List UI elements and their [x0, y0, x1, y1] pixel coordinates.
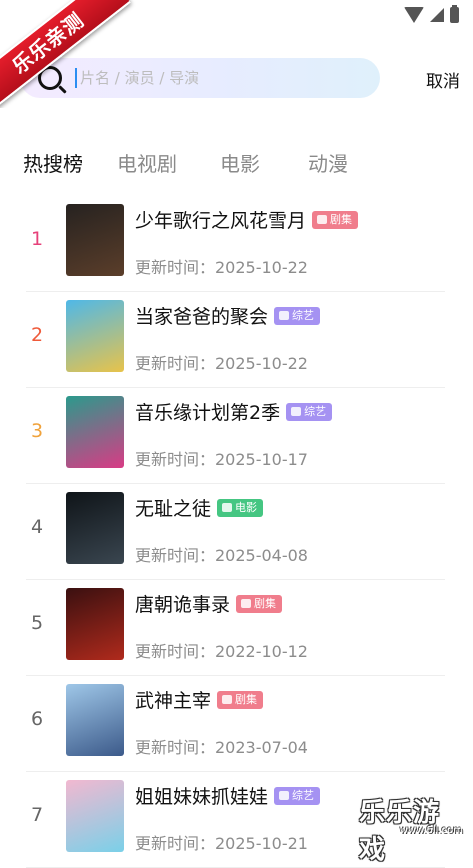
list-item[interactable]: 1 少年歌行之风花雪月 剧集更新时间：2025-10-22 — [0, 196, 473, 292]
watermark-ribbon-text: 乐乐亲测 — [0, 0, 131, 108]
battery-icon — [450, 5, 459, 23]
category-badge: 综艺 — [274, 306, 321, 325]
list-item[interactable]: 2 当家爸爸的聚会 综艺更新时间：2025-10-22 — [0, 292, 473, 388]
show-title-text[interactable]: 姐姐妹妹抓娃娃 — [135, 786, 268, 808]
tab-anime[interactable]: 动漫 — [308, 148, 348, 177]
list-item[interactable]: 5 唐朝诡事录 剧集更新时间：2022-10-12 — [0, 580, 473, 676]
show-title-text[interactable]: 音乐缘计划第2季 — [135, 402, 280, 424]
tv-icon — [317, 214, 328, 224]
wifi-icon — [404, 7, 424, 23]
category-badge-label: 综艺 — [292, 788, 315, 802]
hot-search-list: 1 少年歌行之风花雪月 剧集 更新时间：2025-10-22 2 当家爸爸的聚会 综艺 更新时… — [0, 196, 473, 868]
show-title-text[interactable]: 少年歌行之风花雪月 — [135, 210, 306, 232]
show-title-text[interactable]: 无耻之徒 — [135, 498, 211, 520]
film-reel-icon — [222, 502, 233, 512]
poster-image[interactable] — [66, 204, 124, 276]
category-badge: 综艺 — [274, 786, 321, 805]
poster-image[interactable] — [66, 396, 124, 468]
watermark-logo: 乐乐游戏 www.6ll.com — [359, 792, 471, 865]
poster-image[interactable] — [66, 588, 124, 660]
update-time: 更新时间：2022-10-12 — [135, 642, 308, 661]
category-badge-label: 综艺 — [304, 404, 327, 418]
list-item[interactable]: 3 音乐缘计划第2季 综艺更新时间：2025-10-17 — [0, 388, 473, 484]
rank-number: 5 — [30, 612, 44, 634]
signal-icon — [430, 8, 444, 22]
rank-number: 3 — [30, 420, 44, 442]
category-tabs: 热搜榜 电视剧 电影 动漫 — [23, 148, 463, 178]
show-title-text[interactable]: 唐朝诡事录 — [135, 594, 230, 616]
watermark-logo-url: www.6ll.com — [399, 825, 463, 836]
tv-icon — [222, 694, 233, 704]
update-time: 更新时间：2023-07-04 — [135, 738, 308, 757]
update-time: 更新时间：2025-10-17 — [135, 450, 308, 469]
show-title[interactable]: 唐朝诡事录 剧集 — [135, 590, 283, 617]
rank-number: 7 — [30, 804, 44, 826]
status-indicators — [404, 5, 459, 23]
poster-image[interactable] — [66, 684, 124, 756]
star-icon — [291, 406, 302, 416]
tab-tv-series[interactable]: 电视剧 — [117, 148, 177, 177]
show-title[interactable]: 当家爸爸的聚会 综艺 — [135, 302, 321, 329]
rank-number: 4 — [30, 516, 44, 538]
poster-image[interactable] — [66, 492, 124, 564]
watermark-ribbon: 乐乐亲测 — [0, 0, 138, 108]
rank-number: 1 — [30, 228, 44, 250]
category-badge-label: 电影 — [235, 500, 258, 514]
category-badge-label: 剧集 — [330, 212, 353, 226]
update-time: 更新时间：2025-10-21 — [135, 834, 308, 853]
rank-number: 2 — [30, 324, 44, 346]
category-badge-label: 综艺 — [292, 308, 315, 322]
category-badge: 综艺 — [286, 402, 333, 421]
show-title[interactable]: 姐姐妹妹抓娃娃 综艺 — [135, 782, 321, 809]
list-item[interactable]: 6 武神主宰 剧集更新时间：2023-07-04 — [0, 676, 473, 772]
show-title[interactable]: 武神主宰 剧集 — [135, 686, 264, 713]
category-badge: 电影 — [217, 498, 264, 517]
rank-number: 6 — [30, 708, 44, 730]
show-title-text[interactable]: 武神主宰 — [135, 690, 211, 712]
category-badge-label: 剧集 — [254, 596, 277, 610]
show-title[interactable]: 无耻之徒 电影 — [135, 494, 264, 521]
update-time: 更新时间：2025-10-22 — [135, 354, 308, 373]
show-title[interactable]: 音乐缘计划第2季 综艺 — [135, 398, 333, 425]
cancel-button[interactable]: 取消 — [426, 67, 460, 92]
tab-movie[interactable]: 电影 — [220, 148, 260, 177]
category-badge-label: 剧集 — [235, 692, 258, 706]
category-badge: 剧集 — [236, 594, 283, 613]
star-icon — [279, 790, 290, 800]
list-item[interactable]: 4 无耻之徒 电影更新时间：2025-04-08 — [0, 484, 473, 580]
update-time: 更新时间：2025-04-08 — [135, 546, 308, 565]
category-badge: 剧集 — [312, 210, 359, 229]
category-badge: 剧集 — [217, 690, 264, 709]
star-icon — [279, 310, 290, 320]
poster-image[interactable] — [66, 780, 124, 852]
show-title[interactable]: 少年歌行之风花雪月 剧集 — [135, 206, 359, 233]
poster-image[interactable] — [66, 300, 124, 372]
tab-hot-search[interactable]: 热搜榜 — [23, 148, 83, 177]
tv-icon — [241, 598, 252, 608]
show-title-text[interactable]: 当家爸爸的聚会 — [135, 306, 268, 328]
update-time: 更新时间：2025-10-22 — [135, 258, 308, 277]
